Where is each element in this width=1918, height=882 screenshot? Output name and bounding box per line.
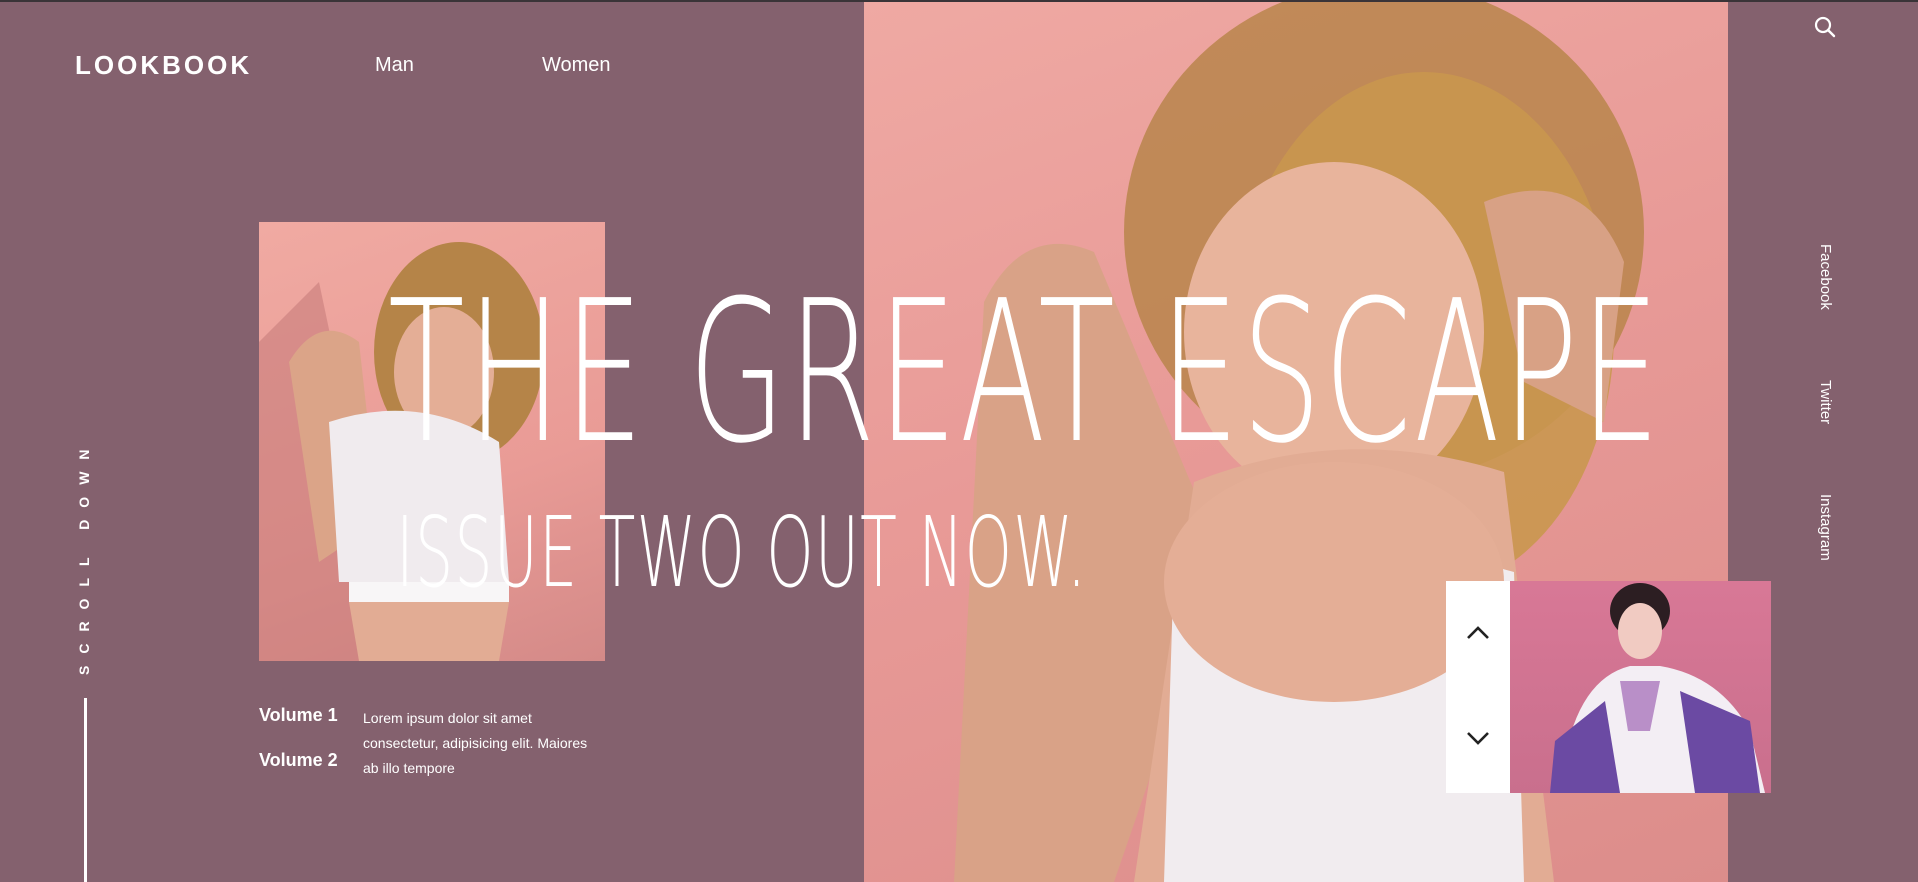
social-link-twitter[interactable]: Twitter	[1817, 380, 1834, 424]
next-look-thumbnail[interactable]	[1510, 581, 1771, 793]
search-icon[interactable]	[1814, 16, 1836, 38]
volume-1-link[interactable]: Volume 1	[259, 705, 338, 726]
social-link-facebook[interactable]: Facebook	[1817, 244, 1834, 310]
thumbnail-illustration	[1550, 583, 1765, 793]
chevron-down-icon[interactable]	[1466, 731, 1490, 745]
volume-2-link[interactable]: Volume 2	[259, 750, 338, 771]
hero-subtitle: ISSUE TWO OUT NOW.	[396, 496, 1088, 609]
brand-logo[interactable]: LOOKBOOK	[75, 50, 252, 81]
issue-description: Lorem ipsum dolor sit amet consectetur, …	[363, 710, 588, 776]
nav-link-women[interactable]: Women	[542, 54, 611, 77]
scroll-indicator-line	[84, 698, 87, 882]
chevron-up-icon[interactable]	[1466, 626, 1490, 640]
scroll-down-label[interactable]: SCROLL DOWN	[76, 437, 92, 675]
hero-title: THE GREAT ESCAPE	[388, 259, 1663, 487]
nav-link-man[interactable]: Man	[375, 54, 414, 77]
slider-controls	[1446, 581, 1510, 793]
social-link-instagram[interactable]: Instagram	[1817, 494, 1834, 561]
